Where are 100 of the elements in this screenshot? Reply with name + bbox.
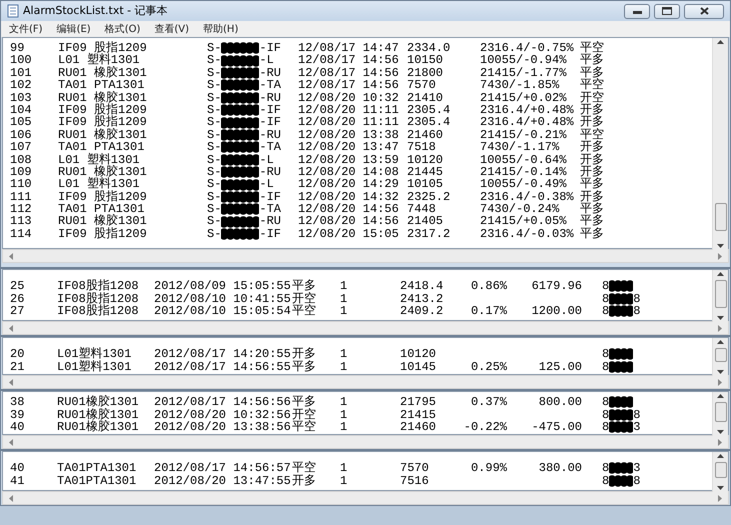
account-prefix: 8 — [602, 280, 610, 292]
redaction-scribble — [609, 348, 634, 360]
scroll-thumb[interactable] — [715, 348, 727, 362]
price: 2413.2 — [400, 292, 442, 305]
redaction-scribble — [609, 360, 634, 373]
redaction-scribble — [221, 42, 260, 54]
code-prefix: S- — [207, 42, 222, 54]
trade-action: 开多 — [292, 474, 317, 487]
horizontal-scrollbar[interactable] — [2, 321, 729, 335]
reference-change: 10055/-0.64% — [480, 154, 568, 166]
redaction-scribble — [221, 228, 260, 240]
code-suffix: -RU — [259, 128, 282, 142]
scroll-up-icon[interactable] — [717, 272, 724, 276]
menu-item[interactable]: 格式(O) — [104, 22, 140, 36]
code-prefix: S- — [207, 215, 222, 228]
redaction-scribble — [609, 292, 634, 305]
horizontal-scrollbar[interactable] — [2, 435, 729, 449]
trade-time: 2012/08/10 10:41:55 — [154, 292, 292, 305]
alarm-time: 12/08/20 14:29 — [298, 178, 400, 191]
account-suffix: 8 — [633, 474, 640, 487]
scroll-thumb[interactable] — [715, 462, 727, 478]
menu-item[interactable]: 编辑(E) — [56, 22, 91, 36]
row-number: 41 — [10, 474, 26, 487]
minimize-button[interactable] — [624, 4, 650, 18]
contract-name: RU01 橡胶1301 — [58, 92, 148, 104]
maximize-button[interactable] — [654, 4, 680, 18]
scroll-right-icon[interactable] — [718, 494, 722, 502]
scroll-thumb[interactable] — [715, 402, 727, 422]
profit: 6179.96 — [530, 280, 582, 292]
redaction-scribble — [221, 128, 260, 141]
trade-time: 2012/08/17 14:20:55 — [154, 348, 292, 360]
scroll-up-icon[interactable] — [717, 394, 724, 398]
price: 10120 — [407, 154, 444, 166]
vertical-scrollbar[interactable] — [712, 38, 728, 250]
price: 2305.4 — [407, 104, 452, 116]
redaction-scribble — [221, 190, 260, 203]
vertical-scrollbar[interactable] — [712, 452, 728, 492]
alarm-time: 12/08/20 14:32 — [298, 190, 400, 204]
code-prefix: S- — [207, 104, 222, 116]
menu-item[interactable]: 查看(V) — [154, 22, 190, 36]
close-button[interactable] — [684, 4, 724, 18]
scroll-right-icon[interactable] — [718, 438, 722, 446]
reference-change: 7430/-0.24% — [480, 203, 560, 216]
signal: 平空 — [580, 79, 605, 92]
scroll-up-icon[interactable] — [717, 454, 724, 458]
signal: 平空 — [580, 42, 605, 54]
code-suffix: -IF — [259, 104, 282, 116]
row-number: 102 — [10, 79, 33, 92]
account-prefix: 8 — [602, 348, 610, 360]
horizontal-scrollbar[interactable] — [2, 491, 729, 505]
account-suffix: 3 — [633, 421, 640, 434]
code-suffix: -RU — [259, 66, 282, 80]
scroll-left-icon[interactable] — [9, 438, 13, 446]
scroll-right-icon[interactable] — [718, 378, 722, 386]
profit: 125.00 — [538, 360, 582, 373]
horizontal-scrollbar[interactable] — [2, 249, 729, 263]
scroll-left-icon[interactable] — [9, 252, 13, 260]
signal: 开多 — [580, 116, 605, 129]
code-suffix: -L — [259, 178, 274, 191]
alarm-time: 12/08/17 14:47 — [298, 42, 400, 54]
row-number: 20 — [10, 348, 26, 360]
row-number: 27 — [10, 305, 26, 318]
account-prefix: 8 — [602, 292, 610, 305]
scroll-left-icon[interactable] — [9, 324, 13, 332]
profit: 380.00 — [538, 462, 582, 474]
contract-name: L01塑料1301 — [57, 360, 132, 373]
account-prefix: 8 — [602, 360, 610, 373]
account-suffix: 8 — [633, 408, 640, 421]
scroll-right-icon[interactable] — [718, 252, 722, 260]
scroll-left-icon[interactable] — [9, 378, 13, 386]
signal: 平多 — [580, 203, 605, 216]
vertical-scrollbar[interactable] — [712, 338, 728, 376]
account-prefix: 8 — [602, 462, 610, 474]
quantity: 1 — [340, 396, 348, 408]
contract-name: RU01 橡胶1301 — [58, 66, 148, 80]
scroll-thumb[interactable] — [715, 280, 727, 308]
vertical-scrollbar[interactable] — [712, 270, 728, 322]
price: 7518 — [407, 141, 437, 154]
scroll-up-icon[interactable] — [717, 40, 724, 44]
scroll-thumb[interactable] — [715, 203, 727, 231]
vertical-scrollbar[interactable] — [712, 392, 728, 436]
code-prefix: S- — [207, 141, 222, 154]
scroll-up-icon[interactable] — [717, 340, 724, 344]
scroll-right-icon[interactable] — [718, 324, 722, 332]
reference-change: 10055/-0.49% — [480, 178, 566, 191]
scroll-left-icon[interactable] — [9, 494, 13, 502]
signal: 开多 — [580, 190, 605, 204]
menu-item[interactable]: 文件(F) — [9, 22, 43, 36]
change-percent: 0.99% — [470, 462, 507, 474]
row-number: 114 — [10, 228, 33, 240]
price: 2418.4 — [400, 280, 442, 292]
redaction-scribble — [609, 408, 634, 421]
code-suffix: -TA — [259, 141, 282, 154]
reference-change: 10055/-0.94% — [480, 54, 568, 67]
quantity: 1 — [340, 408, 348, 421]
row-number: 106 — [10, 128, 33, 142]
menu-item[interactable]: 帮助(H) — [203, 22, 238, 36]
signal: 开多 — [580, 154, 605, 166]
trade-time: 2012/08/17 14:56:56 — [154, 396, 292, 408]
horizontal-scrollbar[interactable] — [2, 375, 729, 389]
